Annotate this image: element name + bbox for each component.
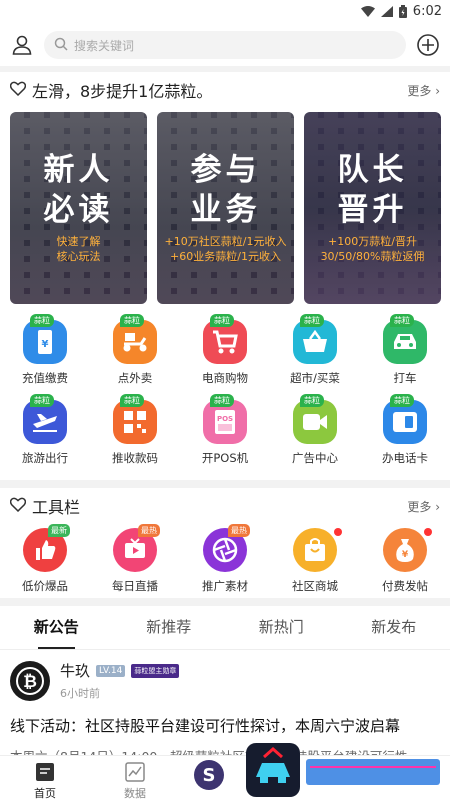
banner-join-business[interactable]: 参与 业务 +10万社区蒜粒/1元收入 +60业务蒜粒/1元收入 <box>157 112 294 304</box>
promo-section-header: 左滑，8步提升1亿蒜粒。 更多 › <box>0 72 450 108</box>
service-item[interactable]: 蒜粒 旅游出行 <box>0 394 90 480</box>
tool-item[interactable]: 最热 每日直播 <box>90 524 180 598</box>
service-label: 开POS机 <box>201 451 249 465</box>
svg-text:₿: ₿ <box>23 672 37 692</box>
service-item[interactable]: 蒜粒 电商购物 <box>180 314 270 400</box>
tool-label: 社区商城 <box>292 579 338 593</box>
tool-tag: 最热 <box>228 524 250 537</box>
feed-tab[interactable]: 新推荐 <box>113 606 226 649</box>
top-bar: 搜索关键词 <box>0 24 450 66</box>
tool-label: 推广素材 <box>202 579 248 593</box>
nav-home-label: 首页 <box>34 787 56 799</box>
feed-tab[interactable]: 新热门 <box>225 606 338 649</box>
service-label: 打车 <box>393 371 417 385</box>
author-name[interactable]: 牛玖 <box>60 660 90 681</box>
tool-label: 付费发帖 <box>382 579 428 593</box>
promo-title: 左滑，8步提升1亿蒜粒。 <box>32 82 213 101</box>
post-time: 6小时前 <box>60 687 100 700</box>
service-item[interactable]: 蒜粒 办电话卡 <box>360 394 450 480</box>
svg-text:¥: ¥ <box>42 339 49 350</box>
suanli-tag: 蒜粒 <box>30 394 54 407</box>
service-label: 广告中心 <box>292 451 338 465</box>
divider <box>0 480 450 488</box>
nav-data-label: 数据 <box>124 787 146 799</box>
suanli-tag: 蒜粒 <box>210 314 234 327</box>
svg-text:POS: POS <box>217 415 233 423</box>
notification-dot <box>334 528 342 536</box>
bottom-nav: 首页 数据 S <box>0 743 450 799</box>
service-item[interactable]: ¥ 蒜粒 充值缴费 <box>0 314 90 400</box>
tools-title: 工具栏 <box>32 498 81 517</box>
status-time: 6:02 <box>412 4 442 19</box>
service-item[interactable]: 蒜粒 超市/买菜 <box>270 314 360 400</box>
watermark-logo <box>246 743 440 797</box>
search-icon <box>54 37 68 54</box>
heart-icon <box>9 497 27 516</box>
banner-newbie-guide[interactable]: 新人 必读 快速了解 核心玩法 <box>10 112 147 304</box>
feed-tabs: 新公告 新推荐 新热门 新发布 <box>0 606 450 650</box>
tools-section-header: 工具栏 更多 › <box>0 488 450 524</box>
tool-item[interactable]: ¥ 付费发帖 <box>360 528 450 598</box>
tools-more-link[interactable]: 更多 › <box>407 498 440 515</box>
divider <box>0 598 450 606</box>
service-label: 旅游出行 <box>22 451 68 465</box>
suanli-tag: 蒜粒 <box>30 314 54 327</box>
suanli-tag: 蒜粒 <box>300 394 324 407</box>
service-item[interactable]: POS 蒜粒 开POS机 <box>180 394 270 480</box>
service-grid: ¥ 蒜粒 充值缴费 蒜粒 点外卖 蒜粒 电商购物 蒜粒 超市/买菜 蒜粒 打车 … <box>0 308 450 480</box>
suanli-logo-icon: S <box>194 760 224 790</box>
avatar[interactable]: ₿ <box>10 660 50 701</box>
nav-home[interactable]: 首页 <box>0 756 90 799</box>
home-icon <box>35 762 55 785</box>
service-item[interactable]: 蒜粒 点外卖 <box>90 314 180 400</box>
battery-icon <box>398 5 407 18</box>
search-placeholder: 搜索关键词 <box>74 38 135 53</box>
banner-carousel[interactable]: 新人 必读 快速了解 核心玩法 参与 业务 +10万社区蒜粒/1元收入 +60业务蒜粒/… <box>0 108 450 308</box>
suanli-tag: 蒜粒 <box>390 314 414 327</box>
service-label: 充值缴费 <box>22 371 68 385</box>
service-label: 推收款码 <box>112 451 158 465</box>
service-label: 点外卖 <box>117 371 153 385</box>
add-icon[interactable] <box>416 33 440 57</box>
search-input[interactable]: 搜索关键词 <box>44 31 406 59</box>
heart-icon <box>9 81 27 100</box>
feed-tab[interactable]: 新发布 <box>338 606 450 649</box>
tool-tag: 最新 <box>48 524 70 537</box>
suanli-tag: 蒜粒 <box>390 394 414 407</box>
tool-item[interactable]: 最新 低价爆品 <box>0 524 90 598</box>
service-label: 超市/买菜 <box>290 371 340 385</box>
suanli-tag: 蒜粒 <box>120 314 144 327</box>
suanli-tag: 蒜粒 <box>210 394 234 407</box>
tool-item[interactable]: 最热 推广素材 <box>180 524 270 598</box>
suanli-tag: 蒜粒 <box>300 314 324 327</box>
tool-tag: 最热 <box>138 524 160 537</box>
wifi-icon <box>360 6 375 17</box>
nav-data[interactable]: 数据 <box>90 756 180 799</box>
suanli-tag: 蒜粒 <box>120 394 144 407</box>
level-badge: LV.14 <box>96 664 126 677</box>
svg-text:¥: ¥ <box>402 550 409 560</box>
tools-row: 最新 低价爆品 最热 每日直播 最热 推广素材 社区商城 ¥ 付费发帖 <box>0 524 450 598</box>
feed-tab[interactable]: 新公告 <box>0 606 113 649</box>
tool-label: 每日直播 <box>112 579 158 593</box>
status-bar: 6:02 <box>0 0 450 24</box>
signal-icon <box>380 6 393 17</box>
tool-item[interactable]: 社区商城 <box>270 528 360 598</box>
bag-icon <box>293 528 337 572</box>
service-label: 办电话卡 <box>382 451 428 465</box>
notification-dot <box>424 528 432 536</box>
service-item[interactable]: 蒜粒 打车 <box>360 314 450 400</box>
promo-more-link[interactable]: 更多 › <box>407 82 440 99</box>
service-item[interactable]: 蒜粒 推收款码 <box>90 394 180 480</box>
tool-label: 低价爆品 <box>22 579 68 593</box>
service-label: 电商购物 <box>202 371 248 385</box>
money-bag-icon: ¥ <box>383 528 427 572</box>
service-item[interactable]: 蒜粒 广告中心 <box>270 394 360 480</box>
chart-icon <box>125 762 145 785</box>
user-profile-icon[interactable] <box>10 33 34 57</box>
post-headline[interactable]: 线下活动：社区持股平台建设可行性探讨，本周六宁波启幕 <box>10 715 440 736</box>
banner-captain-promotion[interactable]: 队长 晋升 +100万蒜粒/晋升 30/50/80%蒜粒返佣 <box>304 112 441 304</box>
honor-badge: 蒜粒盟主勋章 <box>131 663 180 678</box>
